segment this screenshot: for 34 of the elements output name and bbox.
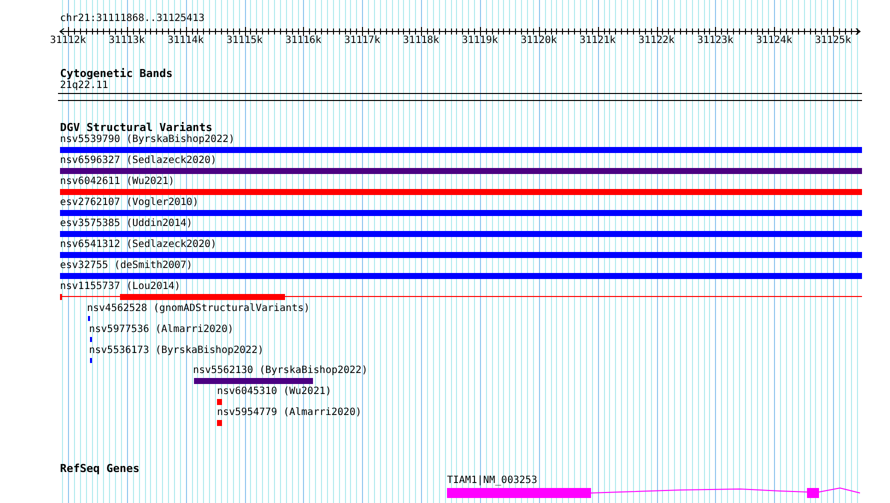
feature-label: esv3575385 (Uddin2014) (60, 218, 192, 230)
tick-label: 31120k (520, 35, 557, 47)
feature-label: nsv6045310 (Wu2021) (217, 386, 332, 398)
feature-label: nsv1155737 (Lou2014) (60, 281, 180, 293)
feature-label: esv2762107 (Vogler2010) (60, 197, 198, 209)
feature-label: nsv4562528 (gnomADStructuralVariants) (87, 303, 310, 315)
tick-label: 31121k (580, 35, 616, 47)
tick-label: 31113k (108, 35, 145, 47)
tick-label: 31116k (285, 35, 322, 47)
feature-label: nsv5562130 (ByrskaBishop2022) (193, 365, 368, 377)
band-label: 21q22.11 (60, 80, 108, 92)
feature-label: esv32755 (deSmith2007) (60, 260, 192, 272)
track-title: Cytogenetic Bands (60, 68, 173, 80)
tick-label: 31123k (697, 35, 734, 47)
tick-label: 31122k (638, 35, 675, 47)
feature-label: nsv6042611 (Wu2021) (60, 176, 174, 188)
feature-label: nsv5954779 (Almarri2020) (217, 407, 362, 419)
tick-label: 31114k (168, 35, 204, 47)
tick-label: 31124k (756, 35, 792, 47)
feature-label: nsv5539790 (ByrskaBishop2022) (60, 134, 235, 146)
tick-label: 31115k (226, 35, 263, 47)
location-label: chr21:31111868..31125413 (60, 13, 204, 25)
tick-label: 31118k (403, 35, 440, 47)
track-title: RefSeq Genes (60, 463, 140, 475)
tick-label: 31125k (814, 35, 852, 47)
feature-label: nsv5536173 (ByrskaBishop2022) (89, 345, 264, 357)
feature-label: nsv6541312 (Sedlazeck2020) (60, 239, 217, 251)
gene-label: TIAM1|NM_003253 (447, 475, 538, 487)
tick-label: 31117k (344, 35, 380, 47)
feature-label: nsv6596327 (Sedlazeck2020) (60, 155, 217, 167)
feature-label: nsv5977536 (Almarri2020) (89, 324, 234, 336)
tick-label: 31119k (462, 35, 498, 47)
tick-label: 31112k (50, 35, 86, 47)
track-title: DGV Structural Variants (60, 122, 212, 134)
